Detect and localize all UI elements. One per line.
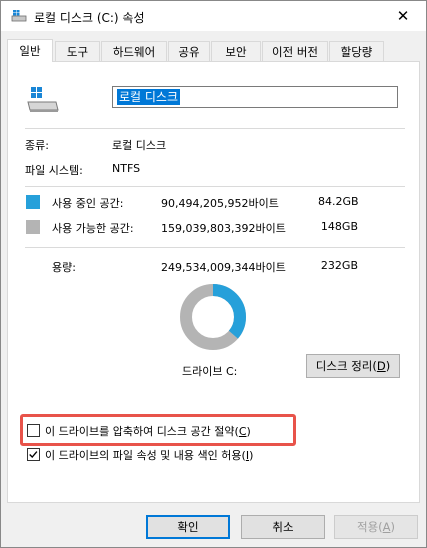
drive-name-value: 로컬 디스크 xyxy=(117,89,181,105)
checkmark-icon xyxy=(29,451,38,459)
free-space-label: 사용 가능한 공간: xyxy=(52,222,134,235)
capacity-label: 용량: xyxy=(52,261,76,274)
used-space-label: 사용 중인 공간: xyxy=(52,197,124,210)
drive-icon xyxy=(27,87,59,112)
tab-security[interactable]: 보안 xyxy=(211,41,261,61)
tab-general[interactable]: 일반 xyxy=(7,39,53,62)
cancel-button[interactable]: 취소 xyxy=(241,515,325,539)
free-space-bytes: 159,039,803,392바이트 xyxy=(161,222,286,235)
capacity-bytes: 249,534,009,344바이트 xyxy=(161,261,286,274)
free-space-swatch xyxy=(26,220,40,234)
free-space-size: 148GB xyxy=(320,220,358,233)
type-value: 로컬 디스크 xyxy=(112,139,167,152)
drive-icon xyxy=(11,10,27,22)
general-panel: 로컬 디스크 종류: 로컬 디스크 파일 시스템: NTFS 사용 중인 공간:… xyxy=(7,61,420,503)
used-space-swatch xyxy=(26,195,40,209)
compress-checkbox[interactable] xyxy=(27,424,40,437)
divider xyxy=(25,128,405,129)
tab-previous-versions[interactable]: 이전 버전 xyxy=(262,41,328,61)
tab-tools[interactable]: 도구 xyxy=(55,41,100,61)
filesystem-label: 파일 시스템: xyxy=(25,164,83,177)
properties-window: 로컬 디스크 (C:) 속성 ✕ 일반 도구 하드웨어 공유 보안 이전 버전 … xyxy=(0,0,427,548)
drive-letter-label: 드라이브 C: xyxy=(182,365,238,378)
used-space-size: 84.2GB xyxy=(318,195,359,208)
tab-sharing[interactable]: 공유 xyxy=(168,41,210,61)
index-checkbox[interactable] xyxy=(27,448,40,461)
type-label: 종류: xyxy=(25,139,49,152)
divider xyxy=(25,247,405,248)
capacity-size: 232GB xyxy=(320,259,358,272)
window-title: 로컬 디스크 (C:) 속성 xyxy=(34,11,145,25)
disk-cleanup-button[interactable]: 디스크 정리(D) xyxy=(306,354,400,378)
compress-checkbox-label: 이 드라이브를 압축하여 디스크 공간 절약(C) xyxy=(45,425,251,438)
tab-quota[interactable]: 할당량 xyxy=(329,41,384,61)
apply-button[interactable]: 적용(A) xyxy=(334,515,418,539)
usage-donut-chart xyxy=(180,284,246,350)
close-icon: ✕ xyxy=(396,7,410,25)
title-bar: 로컬 디스크 (C:) 속성 ✕ xyxy=(1,1,426,31)
used-space-bytes: 90,494,205,952바이트 xyxy=(161,197,279,210)
close-button[interactable]: ✕ xyxy=(380,1,426,31)
index-checkbox-label: 이 드라이브의 파일 속성 및 내용 색인 허용(I) xyxy=(45,449,254,462)
filesystem-value: NTFS xyxy=(112,162,141,175)
tab-hardware[interactable]: 하드웨어 xyxy=(101,41,167,61)
drive-name-input[interactable]: 로컬 디스크 xyxy=(112,86,398,108)
ok-button[interactable]: 확인 xyxy=(146,515,230,539)
divider xyxy=(25,186,405,187)
